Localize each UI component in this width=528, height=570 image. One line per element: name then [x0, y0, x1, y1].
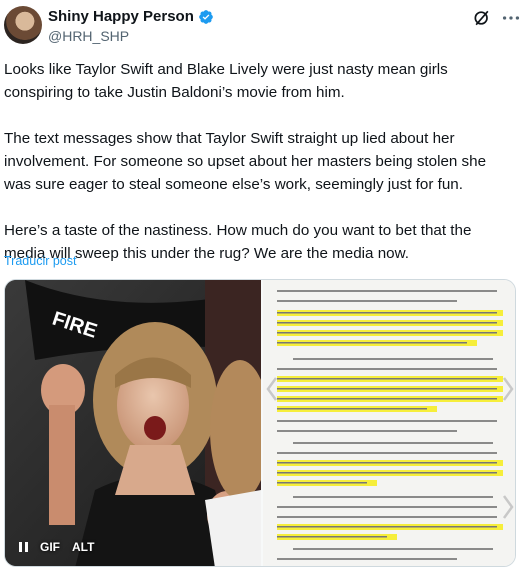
pause-icon[interactable] — [17, 540, 31, 554]
document-image[interactable] — [263, 280, 515, 566]
tweet-paragraph: Here’s a taste of the nastiness. How muc… — [4, 222, 476, 262]
gif-badge: GIF — [40, 540, 60, 554]
tweet-paragraph: Looks like Taylor Swift and Blake Lively… — [4, 61, 452, 101]
gif-image: FIRE — [5, 280, 261, 566]
media-badges: GIF ALT — [17, 538, 97, 556]
grok-icon[interactable] — [472, 8, 492, 28]
media-grid: FIRE GIF ALT — [4, 279, 516, 567]
chevron-right-icon[interactable] — [501, 494, 515, 520]
tweet-text: Looks like Taylor Swift and Blake Lively… — [4, 58, 514, 288]
author-name-row: Shiny Happy Person — [48, 8, 214, 25]
author-display-name[interactable]: Shiny Happy Person — [48, 8, 194, 25]
tweet-header: Shiny Happy Person @HRH_SHP — [0, 0, 528, 56]
document-page — [263, 280, 515, 566]
gif-media[interactable]: FIRE GIF ALT — [5, 280, 261, 566]
tweet-paragraph: The text messages show that Taylor Swift… — [4, 130, 491, 193]
avatar[interactable] — [4, 6, 42, 44]
chevron-right-icon[interactable] — [501, 376, 515, 402]
translate-link[interactable]: Traducir post — [4, 254, 76, 268]
more-icon[interactable] — [500, 7, 522, 29]
verified-icon — [199, 9, 213, 24]
alt-badge[interactable]: ALT — [69, 538, 97, 556]
chevron-left-icon[interactable] — [265, 376, 279, 402]
author-handle[interactable]: @HRH_SHP — [48, 28, 129, 44]
